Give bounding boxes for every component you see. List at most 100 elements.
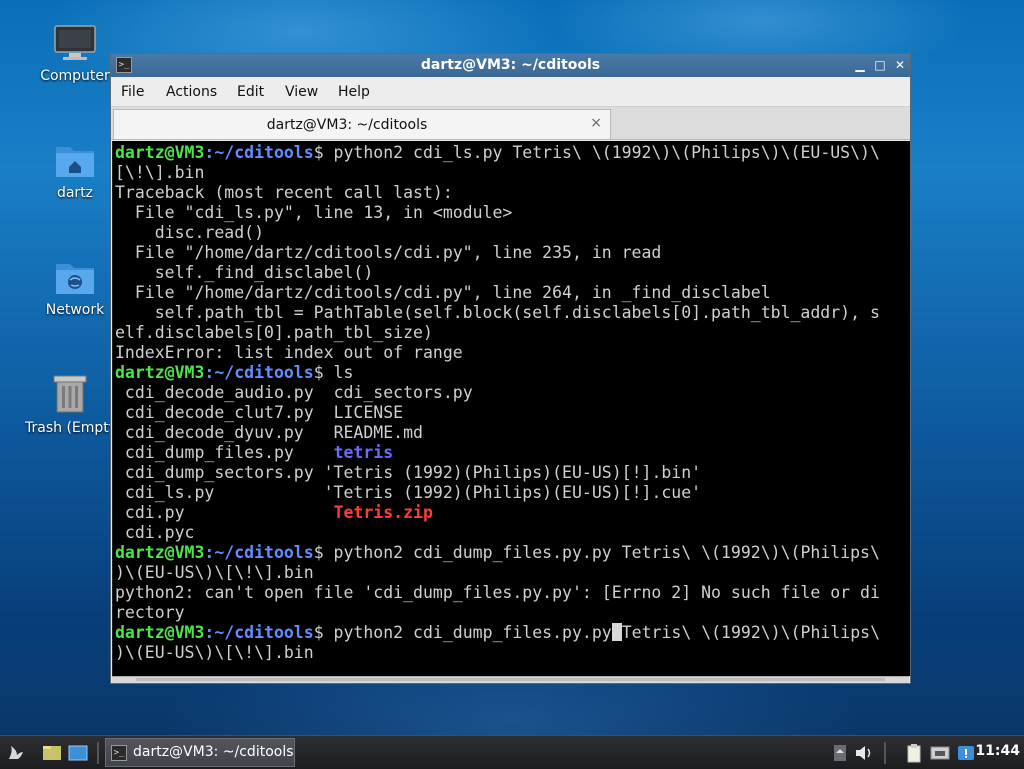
prompt-line-current: dartz@VM3:~/cditools$ python2 cdi_dump_f… xyxy=(115,623,880,643)
ls-entry: cdi.pyc xyxy=(115,523,195,542)
network-status-icon[interactable] xyxy=(930,743,950,763)
ls-gap xyxy=(214,483,323,502)
ls-gap xyxy=(314,403,334,422)
ls-entry: cdi_dump_files.py xyxy=(115,443,294,462)
ls-gap xyxy=(304,423,334,442)
taskbar: >_ dartz@VM3: ~/cditools 11:44 xyxy=(0,735,1024,769)
tab-bar: dartz@VM3: ~/cditools × xyxy=(111,107,910,140)
taskbar-separator xyxy=(884,742,886,764)
terminal-output[interactable]: dartz@VM3:~/cditools$ python2 cdi_ls.py … xyxy=(112,141,910,676)
tab-close-icon[interactable]: × xyxy=(590,115,602,131)
ls-entry: cdi_dump_sectors.py xyxy=(115,463,314,482)
tab-terminal[interactable]: dartz@VM3: ~/cditools × xyxy=(113,109,611,139)
menu-view[interactable]: View xyxy=(285,84,318,100)
tray-arrow-icon[interactable] xyxy=(830,743,850,763)
home-folder-icon xyxy=(54,141,96,179)
horizontal-scrollbar[interactable] xyxy=(112,676,909,683)
command-text: python2 cdi_ls.py Tetris\ \(1992\)\(Phil… xyxy=(323,143,880,162)
notification-icon[interactable] xyxy=(956,743,976,763)
output-line: IndexError: list index out of range xyxy=(115,343,880,363)
output-line: [\!\].bin xyxy=(115,163,880,183)
computer-icon xyxy=(53,24,97,62)
output-text: File "cdi_ls.py", line 13, in <module> xyxy=(115,203,513,222)
taskbar-window-button[interactable]: >_ dartz@VM3: ~/cditools xyxy=(105,738,295,767)
taskbar-separator xyxy=(97,742,99,764)
command-text: Tetris\ \(1992\)\(Philips\ xyxy=(621,623,880,642)
terminal-icon: >_ xyxy=(111,745,127,761)
ls-gap xyxy=(294,443,334,462)
prompt-user: dartz@VM3 xyxy=(115,143,205,162)
ls-row: cdi_decode_audio.py cdi_sectors.py xyxy=(115,383,880,403)
menu-bar: File Actions Edit View Help xyxy=(111,77,910,107)
ls-directory: tetris xyxy=(333,443,394,462)
ls-entry: cdi_decode_dyuv.py xyxy=(115,423,304,442)
show-desktop-icon[interactable] xyxy=(68,743,88,763)
output-line: )\(EU-US\)\[\!\].bin xyxy=(115,643,880,663)
prompt-path: :~/cditools xyxy=(204,623,314,642)
ls-gap xyxy=(314,463,324,482)
command-text: ls xyxy=(323,363,354,382)
menu-actions[interactable]: Actions xyxy=(166,84,217,100)
ls-entry: cdi_ls.py xyxy=(115,483,215,502)
prompt-line: dartz@VM3:~/cditools$ python2 cdi_ls.py … xyxy=(115,143,880,163)
output-line: File "/home/dartz/cditools/cdi.py", line… xyxy=(115,243,880,263)
prompt-line: dartz@VM3:~/cditools$ python2 cdi_dump_f… xyxy=(115,543,880,563)
output-text: )\(EU-US\)\[\!\].bin xyxy=(115,563,314,582)
maximize-button[interactable]: □ xyxy=(871,57,889,73)
output-line: self._find_disclabel() xyxy=(115,263,880,283)
ls-entry: LICENSE xyxy=(333,403,404,422)
output-text: rectory xyxy=(115,603,185,622)
prompt-symbol: $ xyxy=(313,623,324,642)
desktop-icon-trash[interactable]: Trash (Empty) xyxy=(25,374,115,436)
prompt-path: :~/cditools xyxy=(204,363,314,382)
tab-title: dartz@VM3: ~/cditools xyxy=(266,117,428,133)
menu-edit[interactable]: Edit xyxy=(237,84,264,100)
ls-entry: cdi.py xyxy=(115,503,185,522)
ls-entry: cdi_decode_clut7.py xyxy=(115,403,314,422)
trash-icon xyxy=(50,374,90,414)
ls-entry: cdi_decode_audio.py xyxy=(115,383,314,402)
ls-entry: cdi_sectors.py xyxy=(333,383,473,402)
text-cursor xyxy=(611,623,622,641)
window-titlebar[interactable]: >_ dartz@VM3: ~/cditools ▁ □ ✕ xyxy=(111,54,910,77)
command-text: python2 cdi_dump_files.py.py xyxy=(323,623,612,642)
ls-archive: Tetris.zip xyxy=(333,503,433,522)
terminal-window: >_ dartz@VM3: ~/cditools ▁ □ ✕ File Acti… xyxy=(110,53,911,684)
clock[interactable]: 11:44 xyxy=(975,743,1020,759)
close-button[interactable]: ✕ xyxy=(891,57,909,73)
ls-gap xyxy=(314,383,334,402)
menu-help[interactable]: Help xyxy=(338,84,370,100)
file-manager-icon[interactable] xyxy=(42,743,62,763)
ls-entry: README.md xyxy=(333,423,423,442)
window-title: dartz@VM3: ~/cditools xyxy=(420,57,601,73)
output-line: elf.disclabels[0].path_tbl_size) xyxy=(115,323,880,343)
output-line: python2: can't open file 'cdi_dump_files… xyxy=(115,583,880,603)
desktop-icon-label: Trash (Empty) xyxy=(25,420,115,436)
ls-row: cdi.pyc xyxy=(115,523,880,543)
ls-entry: 'Tetris (1992)(Philips)(EU-US)[!].bin' xyxy=(323,463,702,482)
prompt-symbol: $ xyxy=(313,143,324,162)
taskbar-window-label: dartz@VM3: ~/cditools xyxy=(133,744,294,760)
ls-row: cdi_decode_clut7.py LICENSE xyxy=(115,403,880,423)
ls-gap xyxy=(185,503,334,522)
menu-file[interactable]: File xyxy=(121,84,144,100)
start-menu-icon[interactable] xyxy=(6,743,26,763)
ls-row: cdi_ls.py 'Tetris (1992)(Philips)(EU-US)… xyxy=(115,483,880,503)
prompt-symbol: $ xyxy=(313,543,324,562)
output-text: IndexError: list index out of range xyxy=(115,343,463,362)
ls-row: cdi_dump_sectors.py 'Tetris (1992)(Phili… xyxy=(115,463,880,483)
output-text: elf.disclabels[0].path_tbl_size) xyxy=(115,323,433,342)
prompt-path: :~/cditools xyxy=(204,543,314,562)
volume-icon[interactable] xyxy=(854,743,874,763)
output-line: rectory xyxy=(115,603,880,623)
output-text: Traceback (most recent call last): xyxy=(115,183,453,202)
minimize-button[interactable]: ▁ xyxy=(851,57,869,73)
output-line: Traceback (most recent call last): xyxy=(115,183,880,203)
output-line: disc.read() xyxy=(115,223,880,243)
prompt-line: dartz@VM3:~/cditools$ ls xyxy=(115,363,880,383)
network-folder-icon xyxy=(54,258,96,296)
clipboard-icon[interactable] xyxy=(904,743,924,763)
scrollbar-thumb[interactable] xyxy=(136,678,885,681)
prompt-symbol: $ xyxy=(313,363,324,382)
command-text: python2 cdi_dump_files.py.py Tetris\ \(1… xyxy=(323,543,880,562)
